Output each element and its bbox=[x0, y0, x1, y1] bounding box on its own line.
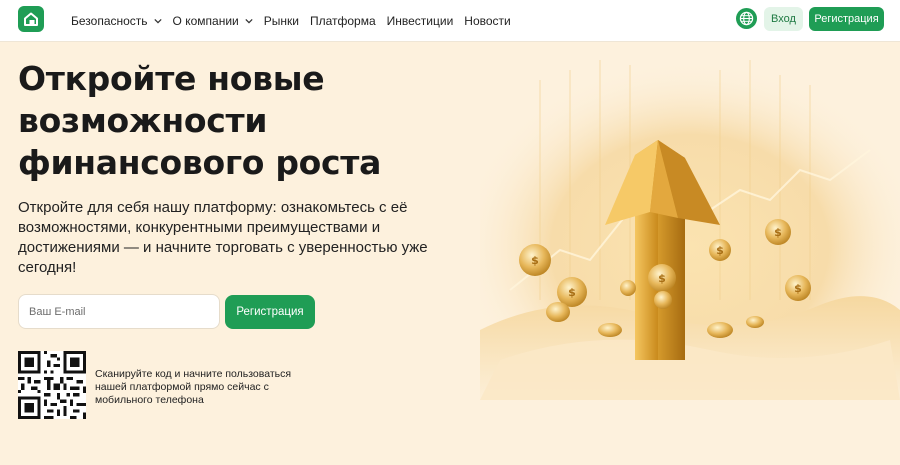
main-nav: Безопасность О компании Рынки Платформа … bbox=[71, 0, 522, 42]
nav-item-investments[interactable]: Инвестиции bbox=[387, 14, 454, 28]
svg-text:$: $ bbox=[716, 244, 724, 257]
nav-item-label: О компании bbox=[172, 14, 239, 28]
nav-item-label: Новости bbox=[464, 14, 511, 28]
login-button[interactable]: Вход bbox=[764, 7, 803, 31]
nav-item-markets[interactable]: Рынки bbox=[264, 14, 299, 28]
hero-title: Откройте новые возможности финансового р… bbox=[18, 59, 382, 182]
hero-subtitle: Откройте для себя нашу платформу: ознако… bbox=[18, 199, 428, 276]
growth-illustration: $ $ $ $ $ $ bbox=[480, 60, 900, 400]
qr-code bbox=[18, 351, 86, 419]
svg-text:$: $ bbox=[658, 272, 666, 285]
logo-home-icon[interactable] bbox=[18, 6, 44, 32]
svg-text:$: $ bbox=[531, 254, 539, 267]
nav-item-label: Безопасность bbox=[71, 14, 148, 28]
qr-caption: Сканируйте код и начните пользоваться на… bbox=[95, 368, 292, 406]
email-input[interactable] bbox=[18, 294, 220, 329]
nav-item-security[interactable]: Безопасность bbox=[71, 14, 162, 28]
nav-item-label: Инвестиции bbox=[386, 14, 454, 28]
svg-text:$: $ bbox=[774, 226, 782, 239]
globe-icon[interactable] bbox=[736, 8, 757, 29]
top-header: Безопасность О компании Рынки Платформа … bbox=[0, 0, 900, 42]
nav-item-label: Рынки bbox=[263, 14, 299, 28]
nav-item-platform[interactable]: Платформа bbox=[310, 14, 376, 28]
nav-item-about[interactable]: О компании bbox=[173, 14, 253, 28]
register-button-hero[interactable]: Регистрация bbox=[225, 295, 315, 329]
register-button-header[interactable]: Регистрация bbox=[809, 7, 884, 31]
svg-text:$: $ bbox=[568, 286, 576, 299]
chevron-down-icon bbox=[153, 18, 162, 24]
nav-item-news[interactable]: Новости bbox=[464, 14, 510, 28]
svg-text:$: $ bbox=[794, 282, 802, 295]
nav-item-label: Платформа bbox=[309, 14, 376, 28]
chevron-down-icon bbox=[245, 18, 253, 24]
